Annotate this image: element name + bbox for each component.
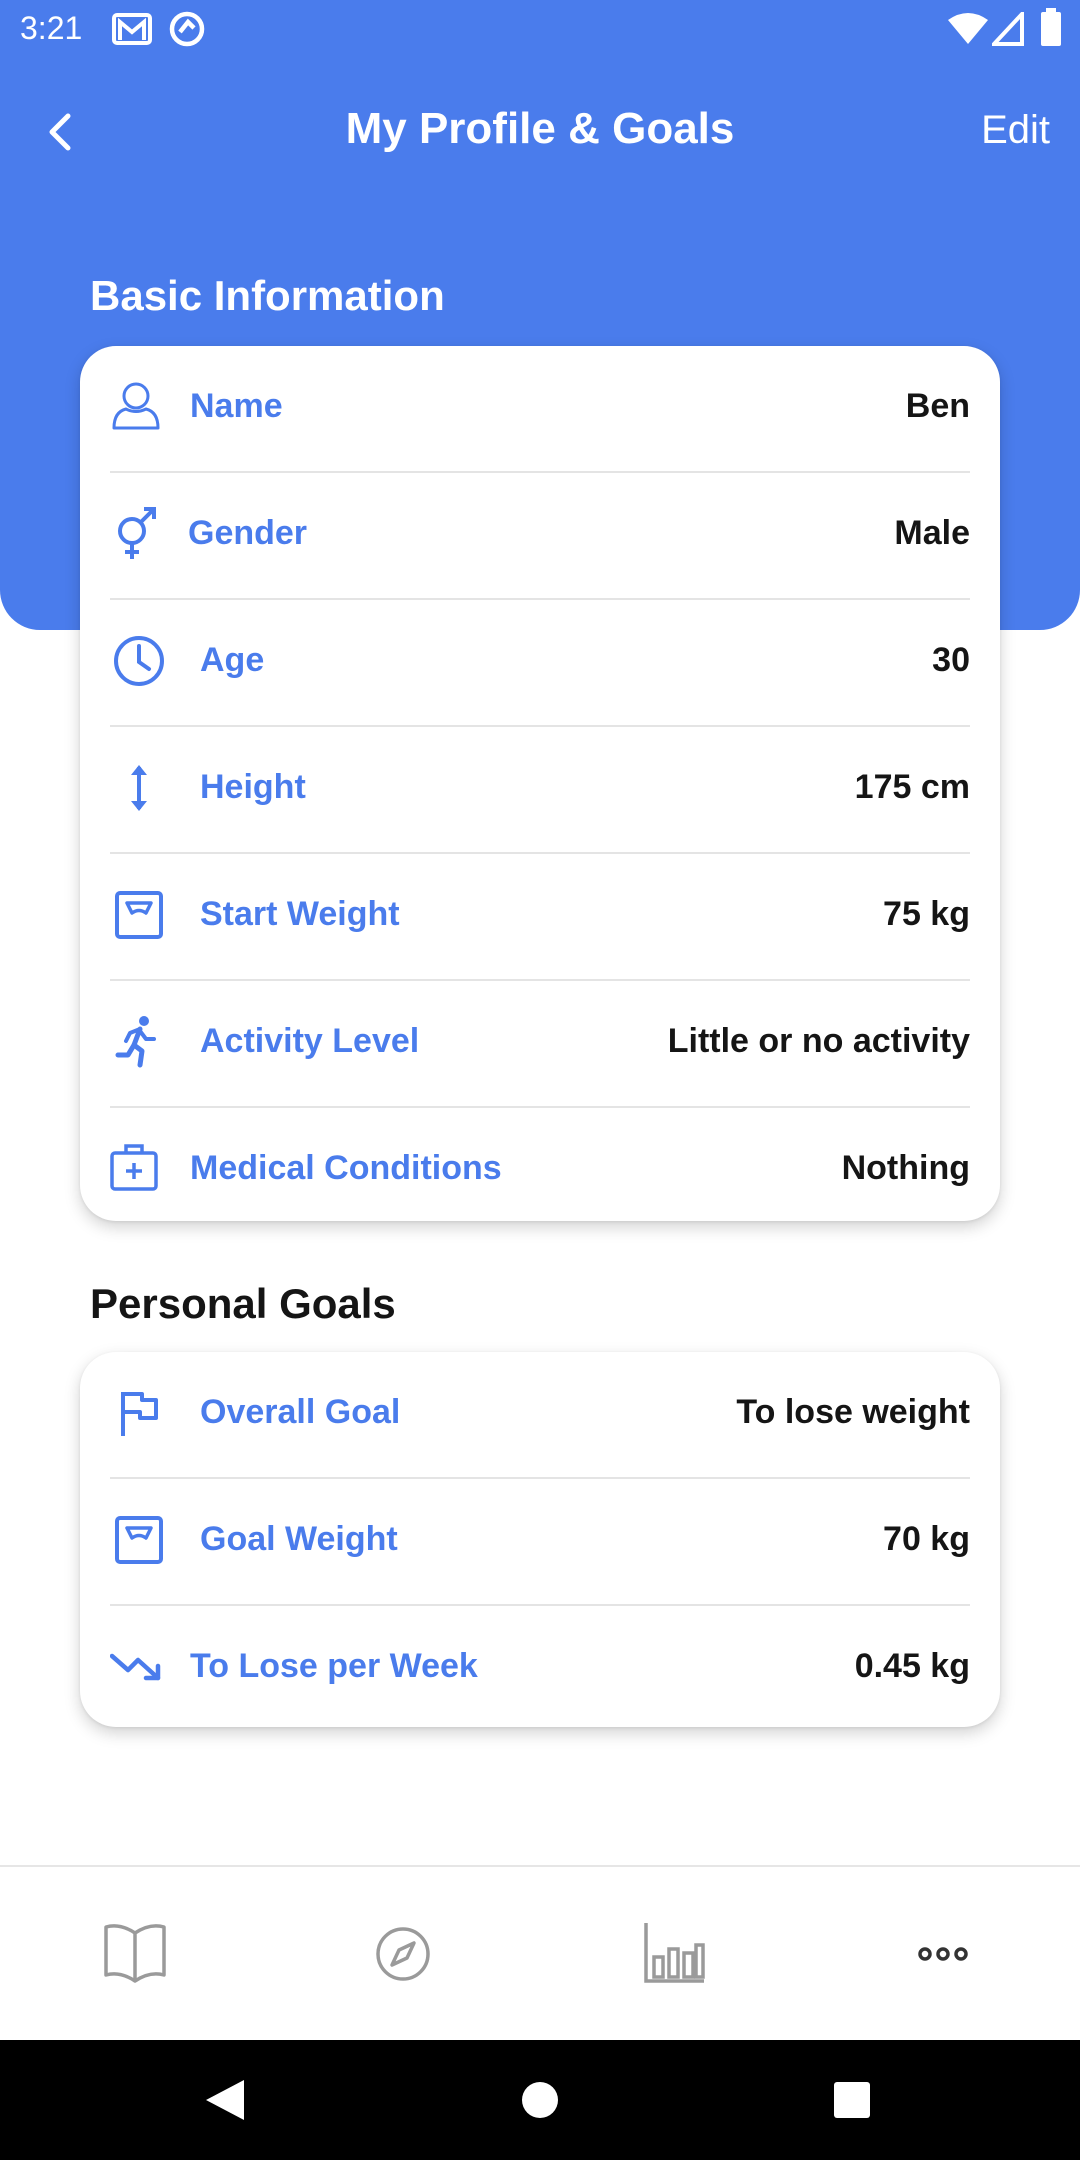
running-person-icon (110, 1013, 168, 1071)
medical-kit-icon (110, 1140, 168, 1198)
name-row[interactable]: Name Ben (110, 346, 970, 473)
lose-per-week-row[interactable]: To Lose per Week 0.45 kg (109, 1606, 970, 1731)
medical-conditions-value: Nothing (841, 1149, 970, 1187)
age-row[interactable]: Age 30 (110, 600, 970, 727)
overall-goal-row[interactable]: Overall Goal To lose weight (110, 1352, 970, 1479)
cell-signal-icon (989, 8, 1024, 54)
compass-icon[interactable] (358, 1909, 448, 1999)
wifi-icon (948, 12, 988, 54)
overall-goal-value: To lose weight (736, 1393, 970, 1431)
gender-row[interactable]: Gender Male (110, 473, 970, 600)
age-value: 30 (932, 641, 970, 679)
edit-button[interactable]: Edit (981, 108, 1050, 153)
scale-icon (110, 1511, 168, 1569)
start-weight-value: 75 kg (883, 895, 970, 933)
gender-label: Gender (188, 514, 308, 552)
height-arrow-icon (110, 759, 168, 817)
goal-weight-label: Goal Weight (200, 1520, 398, 1558)
gmail-icon (112, 12, 152, 54)
gender-value: Male (894, 514, 970, 552)
start-weight-row[interactable]: Start Weight 75 kg (110, 854, 970, 981)
recents-square-icon[interactable] (822, 2070, 882, 2130)
scale-icon (110, 886, 168, 944)
goal-weight-row[interactable]: Goal Weight 70 kg (110, 1479, 970, 1606)
lose-per-week-label: To Lose per Week (190, 1647, 478, 1685)
more-icon[interactable] (898, 1909, 988, 1999)
activity-level-value: Little or no activity (667, 1022, 970, 1060)
home-circle-icon[interactable] (510, 2070, 570, 2130)
gender-icon (110, 505, 168, 563)
name-value: Ben (905, 387, 970, 425)
battery-icon (1040, 8, 1062, 56)
status-time: 3:21 (20, 10, 83, 46)
medical-conditions-row[interactable]: Medical Conditions Nothing (110, 1108, 970, 1233)
system-navigation-bar (0, 2040, 1080, 2160)
app-bar: My Profile & Goals Edit (0, 90, 1080, 180)
clock-icon (110, 632, 168, 690)
height-label: Height (200, 768, 306, 806)
age-label: Age (200, 641, 265, 679)
start-weight-label: Start Weight (200, 895, 400, 933)
bar-chart-icon[interactable] (630, 1909, 720, 1999)
bottom-navigation (0, 1865, 1080, 2042)
activity-level-row[interactable]: Activity Level Little or no activity (110, 981, 970, 1108)
page-title: My Profile & Goals (345, 104, 735, 153)
activity-level-label: Activity Level (200, 1022, 420, 1060)
lose-per-week-value: 0.45 kg (854, 1647, 970, 1685)
personal-goals-card: Overall Goal To lose weight Goal Weight … (80, 1352, 1000, 1727)
height-value: 175 cm (854, 768, 970, 806)
back-triangle-icon[interactable] (196, 2070, 256, 2130)
goal-weight-value: 70 kg (883, 1520, 970, 1558)
user-icon (110, 378, 168, 436)
basic-information-card: Name Ben Gender Male Age 30 Height 175 c… (80, 346, 1000, 1221)
personal-goals-title: Personal Goals (90, 1280, 396, 1327)
basic-information-title: Basic Information (90, 272, 445, 319)
overall-goal-label: Overall Goal (200, 1393, 401, 1431)
trending-down-icon (109, 1638, 168, 1696)
status-bar: 3:21 (0, 0, 1080, 62)
at-sign-icon (168, 10, 206, 56)
book-icon[interactable] (90, 1909, 180, 1999)
height-row[interactable]: Height 175 cm (110, 727, 970, 854)
medical-conditions-label: Medical Conditions (190, 1149, 502, 1187)
name-label: Name (190, 387, 283, 425)
flag-icon (110, 1384, 168, 1442)
